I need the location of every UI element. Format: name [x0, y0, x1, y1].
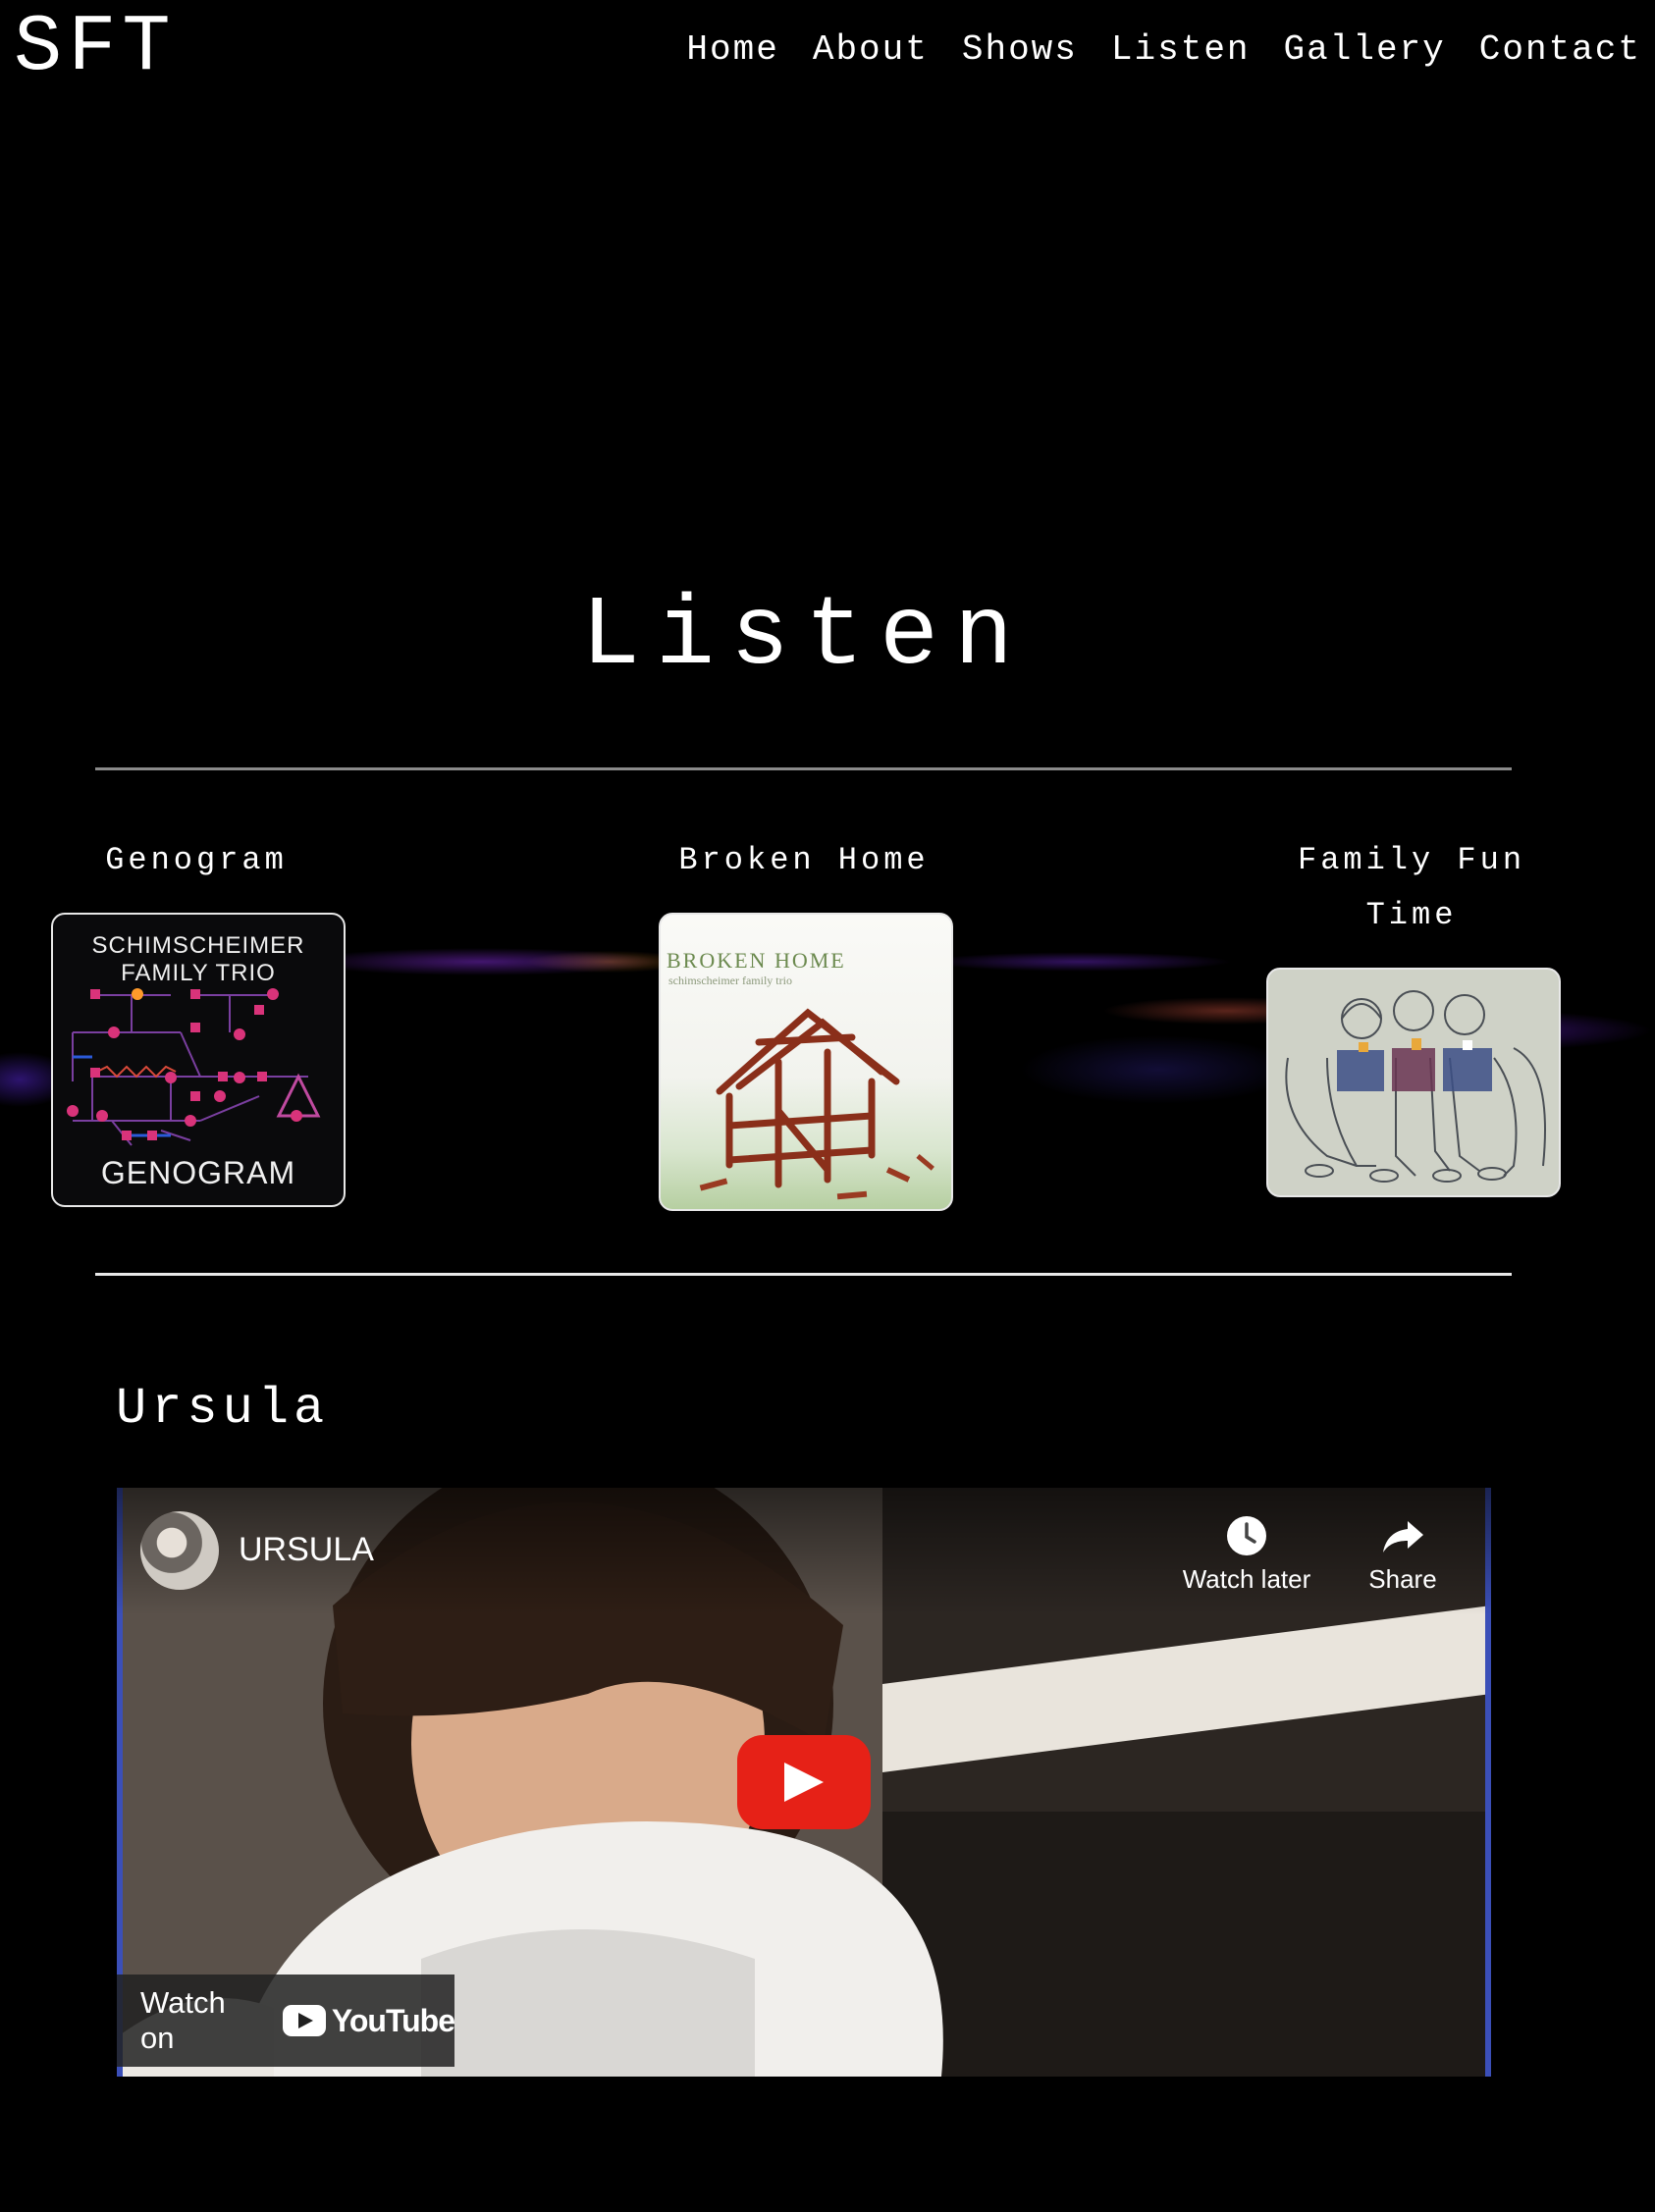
- page: SFT Home About Shows Listen Gallery Cont…: [0, 0, 1655, 2212]
- nav-listen[interactable]: Listen: [1111, 29, 1251, 70]
- album-title: Genogram: [105, 842, 288, 878]
- play-button[interactable]: [737, 1735, 871, 1829]
- watch-later-label: Watch later: [1182, 1564, 1311, 1594]
- video-title[interactable]: URSULA: [239, 1531, 374, 1569]
- nav-home[interactable]: Home: [686, 29, 778, 70]
- youtube-wordmark: YouTube: [331, 2002, 455, 2038]
- clock-icon: [1227, 1516, 1266, 1555]
- album-cover-family-fun-time[interactable]: [1266, 968, 1561, 1197]
- nav-contact[interactable]: Contact: [1479, 29, 1641, 70]
- cover-album-name: GENOGRAM: [100, 1155, 296, 1190]
- share-arrow-icon: [1383, 1521, 1423, 1553]
- play-icon: [784, 1763, 824, 1802]
- nav-shows[interactable]: Shows: [962, 29, 1078, 70]
- nav-gallery[interactable]: Gallery: [1284, 29, 1446, 70]
- band-sketch-icon: [1285, 990, 1546, 1183]
- channel-avatar[interactable]: [140, 1511, 219, 1590]
- main-nav: Home About Shows Listen Gallery Contact: [686, 29, 1641, 70]
- watch-on-label: Watch on: [140, 1985, 226, 2055]
- broken-house-icon: [699, 1008, 934, 1200]
- divider-bottom: [95, 1273, 1512, 1276]
- album-title: Broken Home: [678, 842, 930, 878]
- album-genogram: Genogram SCHIMSCHEIMER FAMILY TRIO GENOG…: [51, 833, 346, 1207]
- video-section-title: Ursula: [116, 1380, 330, 1438]
- site-logo[interactable]: SFT: [14, 8, 177, 88]
- album-title: Family Fun Time: [1297, 842, 1526, 933]
- album-broken-home: Broken Home BROKEN HOME schimscheimer fa…: [659, 833, 953, 1211]
- album-cover-broken-home[interactable]: BROKEN HOME schimscheimer family trio: [659, 913, 953, 1211]
- divider-top: [95, 767, 1512, 770]
- watch-later-button[interactable]: Watch later: [1173, 1513, 1320, 1595]
- share-label: Share: [1368, 1564, 1437, 1594]
- page-title: Listen: [580, 582, 1030, 693]
- nav-about[interactable]: About: [813, 29, 929, 70]
- youtube-logo: YouTube: [282, 2002, 455, 2039]
- youtube-embed[interactable]: URSULA Watch later Share Watch on YouTub…: [117, 1488, 1491, 2077]
- watch-on-youtube-button[interactable]: Watch on YouTube: [117, 1975, 455, 2067]
- album-family-fun-time: Family Fun Time: [1247, 833, 1576, 1197]
- youtube-play-icon: [282, 2005, 326, 2036]
- share-button[interactable]: Share: [1349, 1513, 1457, 1595]
- album-cover-genogram[interactable]: SCHIMSCHEIMER FAMILY TRIO GENOGRAM: [51, 913, 346, 1207]
